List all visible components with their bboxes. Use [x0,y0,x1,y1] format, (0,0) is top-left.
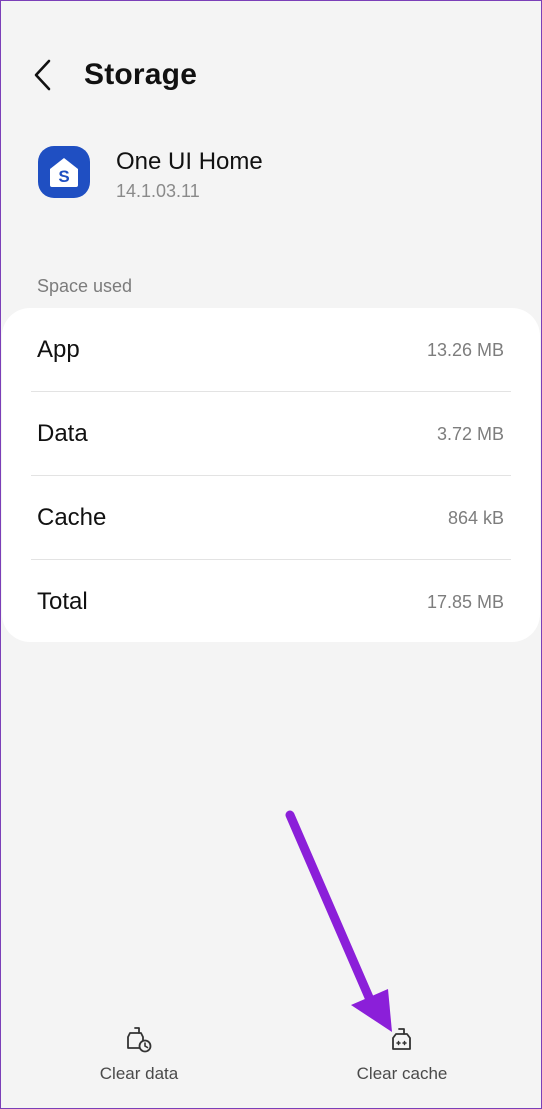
storage-row-total: Total 17.85 MB [2,560,540,644]
space-used-heading: Space used [37,276,133,296]
bottom-action-bar: Clear data Clear cache [0,1024,542,1104]
row-label: Total [37,588,88,615]
clear-cache-label: Clear cache [356,1064,448,1083]
chevron-left-icon [34,59,51,91]
row-value: 17.85 MB [426,591,504,612]
row-label: App [37,336,80,363]
one-ui-home-icon: S [38,146,90,198]
row-value: 13.26 MB [426,339,504,360]
row-label: Cache [37,504,107,531]
storage-row-app: App 13.26 MB [2,308,540,392]
storage-card: App 13.26 MB Data 3.72 MB Cache 864 kB T… [2,308,540,642]
clear-data-icon [127,1027,152,1053]
clear-data-button[interactable]: Clear data [39,1024,239,1099]
storage-row-data: Data 3.72 MB [2,392,540,476]
row-value: 864 kB [447,507,504,528]
app-icon-letter: S [58,167,69,186]
header-bar: Storage [32,52,542,98]
clear-cache-icon [392,1028,411,1050]
app-text: One UI Home 14.1.03.11 [116,148,263,203]
app-name: One UI Home [116,148,263,175]
clear-data-label: Clear data [99,1064,179,1083]
clear-cache-button[interactable]: Clear cache [302,1024,502,1099]
row-value: 3.72 MB [436,423,504,444]
app-info: S One UI Home 14.1.03.11 [38,146,263,203]
page-title: Storage [84,58,198,91]
back-button[interactable] [32,52,62,98]
app-version: 14.1.03.11 [116,181,200,201]
storage-row-cache: Cache 864 kB [2,476,540,560]
row-label: Data [37,420,88,447]
